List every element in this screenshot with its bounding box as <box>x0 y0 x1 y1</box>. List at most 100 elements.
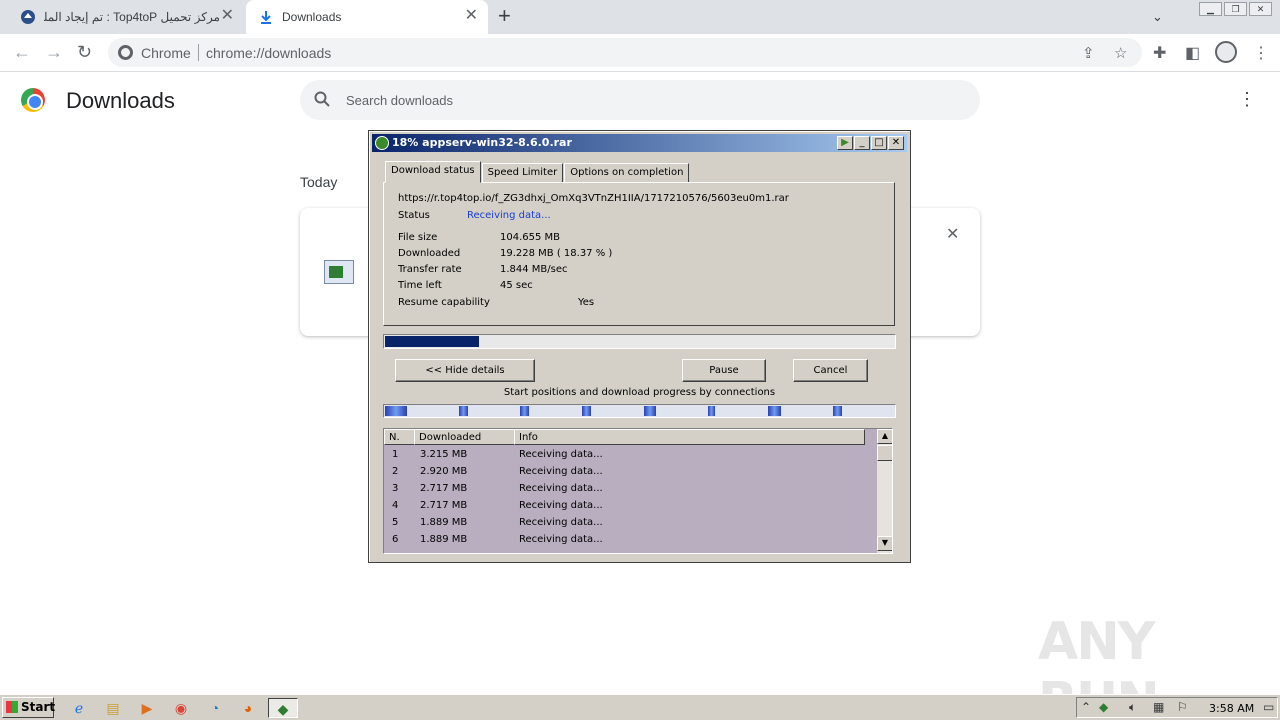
idm-icon <box>375 136 389 150</box>
cell-downloaded: 3.215 MB <box>420 449 468 460</box>
chevron-down-icon[interactable]: ⌄ <box>1152 9 1163 25</box>
search-input[interactable] <box>346 80 946 120</box>
table-row[interactable]: 6 1.889 MB Receiving data... <box>384 531 878 548</box>
extensions-icon[interactable]: ✚ <box>1153 43 1166 63</box>
cell-n: 4 <box>392 500 399 511</box>
reload-icon[interactable]: ↻ <box>77 42 92 62</box>
cell-downloaded: 1.889 MB <box>420 517 468 528</box>
bookmark-star-icon[interactable]: ☆ <box>1114 44 1127 62</box>
table-row[interactable]: 5 1.889 MB Receiving data... <box>384 514 878 531</box>
time-left-label: Time left <box>398 280 442 291</box>
edge-icon[interactable]: ◔ <box>204 698 226 718</box>
connection-segment <box>459 406 468 416</box>
back-icon[interactable]: ← <box>13 42 31 62</box>
more-menu-icon[interactable]: ⋮ <box>1238 88 1256 110</box>
connection-segment <box>644 406 656 416</box>
table-row[interactable]: 2 2.920 MB Receiving data... <box>384 463 878 480</box>
chrome-icon <box>118 45 133 60</box>
cell-info: Receiving data... <box>519 449 603 460</box>
new-tab-button[interactable]: + <box>498 5 511 27</box>
progress-fill <box>385 336 479 347</box>
table-row[interactable]: 4 2.717 MB Receiving data... <box>384 497 878 514</box>
file-explorer-icon[interactable]: ▤ <box>102 698 124 718</box>
cell-downloaded: 2.717 MB <box>420 483 468 494</box>
chrome-taskbar-icon[interactable]: ◉ <box>170 698 192 718</box>
archive-file-icon <box>324 260 354 284</box>
close-window-icon[interactable]: ✕ <box>1249 2 1272 16</box>
dialog-tabs: Download status Speed Limiter Options on… <box>385 161 690 183</box>
network-icon[interactable]: ▦ <box>1153 700 1164 714</box>
tab-top4top[interactable]: مركز تحميل Top4toP : تم إيجاد الملف ✕ <box>8 0 244 34</box>
dialog-title: 18% appserv-win32-8.6.0.rar <box>392 136 572 149</box>
minimize-icon[interactable]: ▁ <box>1199 2 1222 16</box>
downloaded-label: Downloaded <box>398 248 461 259</box>
show-desktop-icon[interactable]: ▭ <box>1263 700 1274 714</box>
scroll-thumb[interactable] <box>877 445 892 461</box>
start-button[interactable]: Start <box>2 697 55 718</box>
pause-button[interactable]: Pause <box>682 359 766 382</box>
tab-downloads[interactable]: Downloads ✕ <box>246 0 488 34</box>
status-value: Receiving data... <box>467 210 551 221</box>
cell-downloaded: 1.889 MB <box>420 534 468 545</box>
cell-n: 5 <box>392 517 399 528</box>
clock[interactable]: 3:58 AM <box>1209 702 1254 715</box>
window-controls: ▁ ❐ ✕ <box>1199 2 1272 16</box>
maximize-icon[interactable]: □ <box>871 136 887 150</box>
minimize-icon[interactable]: _ <box>854 136 870 150</box>
omnibox-label: Chrome <box>141 45 191 61</box>
table-scrollbar[interactable]: ▲ ▼ <box>877 429 892 553</box>
idm-tray-icon[interactable]: ◆ <box>1099 700 1108 714</box>
resume-capability-label: Resume capability <box>398 297 490 308</box>
connection-segment <box>708 406 715 416</box>
cell-info: Receiving data... <box>519 483 603 494</box>
omnibox[interactable]: Chrome chrome://downloads ⇪ ☆ <box>108 38 1142 67</box>
tab-options-on-completion[interactable]: Options on completion <box>564 163 690 183</box>
taskbar: Start ℯ ▤ ▶ ◉ ◔ ◕ ◆ ⌃ ◆ 🔈︎ ▦ ⚐ 3:58 AM ▭ <box>0 694 1280 720</box>
column-header-downloaded[interactable]: Downloaded <box>414 429 515 445</box>
close-icon[interactable]: ✕ <box>946 224 959 244</box>
hide-details-button[interactable]: << Hide details <box>395 359 535 382</box>
restore-icon[interactable]: ❐ <box>1224 2 1247 16</box>
column-header-n[interactable]: N. <box>384 429 415 445</box>
downloaded-value: 19.228 MB ( 18.37 % ) <box>500 248 613 259</box>
table-row[interactable]: 3 2.717 MB Receiving data... <box>384 480 878 497</box>
dialog-window-controls: ▶ _ □ ✕ <box>837 136 904 150</box>
action-center-flag-icon[interactable]: ⚐ <box>1177 700 1188 714</box>
scroll-up-icon[interactable]: ▲ <box>877 429 892 444</box>
tab-download-status[interactable]: Download status <box>385 161 481 183</box>
close-icon[interactable]: ✕ <box>221 8 234 24</box>
tab-speed-limiter[interactable]: Speed Limiter <box>481 163 564 183</box>
more-menu-icon[interactable]: ⋮ <box>1253 43 1269 63</box>
cell-info: Receiving data... <box>519 517 603 528</box>
tab-title: مركز تحميل Top4toP : تم إيجاد الملف <box>44 10 220 24</box>
firefox-icon[interactable]: ◕ <box>237 698 259 718</box>
internet-explorer-icon[interactable]: ℯ <box>68 698 90 718</box>
side-panel-icon[interactable]: ◧ <box>1185 43 1200 63</box>
omnibox-url[interactable]: chrome://downloads <box>206 45 331 61</box>
connections-table: N. Downloaded Info 1 3.215 MB Receiving … <box>383 428 893 554</box>
system-tray: ⌃ ◆ 🔈︎ ▦ ⚐ 3:58 AM ▭ <box>1076 697 1278 718</box>
column-header-info[interactable]: Info <box>514 429 865 445</box>
cell-n: 1 <box>392 449 399 460</box>
volume-icon[interactable]: 🔈︎ <box>1129 700 1136 715</box>
close-icon[interactable]: ✕ <box>465 8 478 24</box>
cancel-button[interactable]: Cancel <box>793 359 868 382</box>
connection-segment <box>833 406 842 416</box>
close-icon[interactable]: ✕ <box>888 136 904 150</box>
share-icon[interactable]: ⇪ <box>1082 44 1095 62</box>
tray-expand-icon[interactable]: ⌃ <box>1081 700 1091 714</box>
forward-icon[interactable]: → <box>45 42 63 62</box>
play-icon[interactable]: ▶ <box>837 136 853 150</box>
cell-n: 3 <box>392 483 399 494</box>
download-icon <box>258 9 274 25</box>
omnibox-divider <box>198 44 199 61</box>
profile-avatar[interactable] <box>1215 41 1237 63</box>
cell-info: Receiving data... <box>519 466 603 477</box>
table-row[interactable]: 1 3.215 MB Receiving data... <box>384 446 878 463</box>
media-player-icon[interactable]: ▶ <box>136 698 158 718</box>
transfer-rate-label: Transfer rate <box>398 264 462 275</box>
dialog-titlebar[interactable]: 18% appserv-win32-8.6.0.rar ▶ _ □ ✕ <box>372 134 907 152</box>
connections-label: Start positions and download progress by… <box>503 387 776 398</box>
scroll-down-icon[interactable]: ▼ <box>877 536 892 551</box>
idm-taskbar-icon[interactable]: ◆ <box>268 698 298 718</box>
